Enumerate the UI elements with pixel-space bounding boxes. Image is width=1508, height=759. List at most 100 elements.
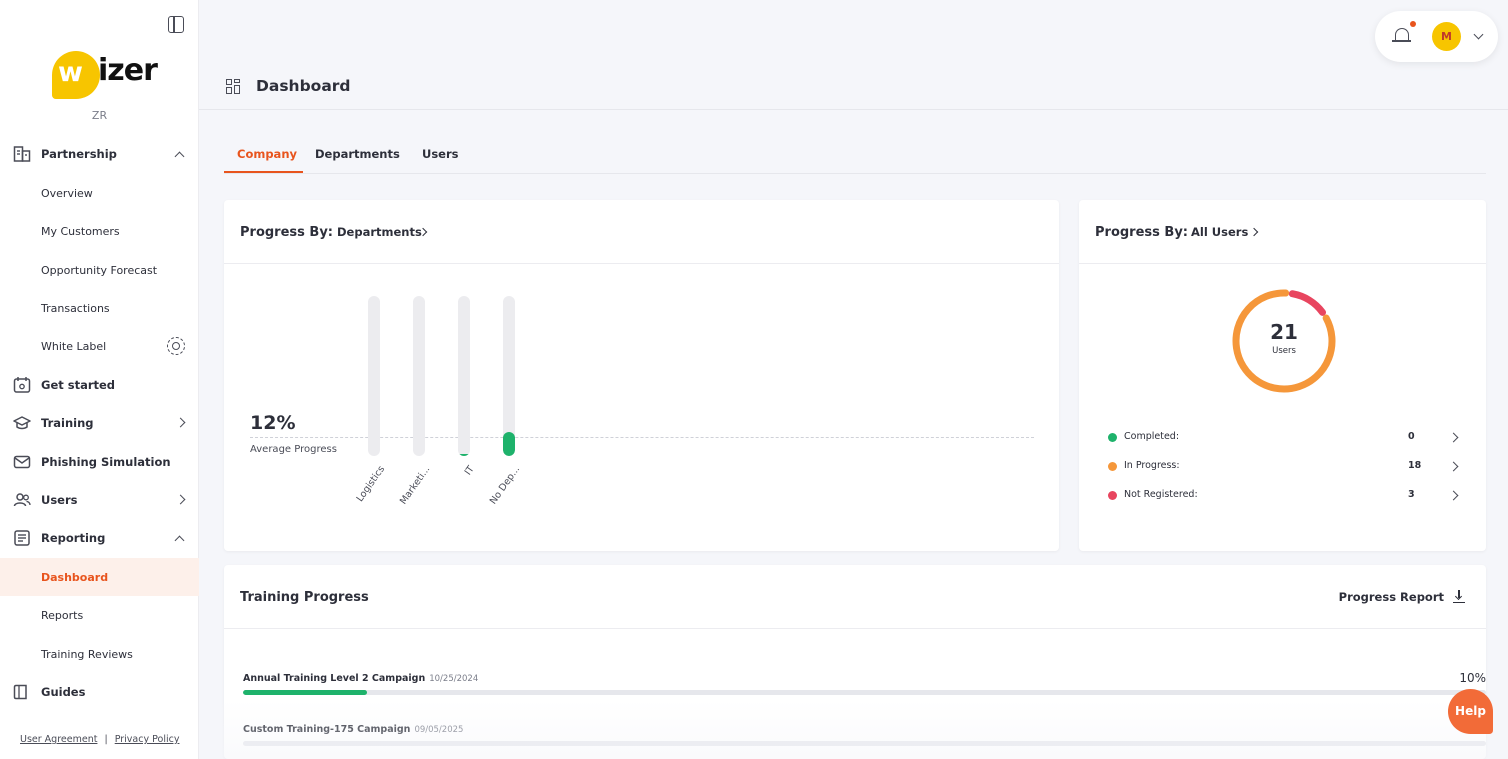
footer-separator: |	[104, 734, 108, 745]
average-progress-label: Average Progress	[250, 444, 337, 455]
users-progress-card: Progress By: All Users 21 Users Complete…	[1079, 200, 1486, 551]
sidebar-item-opportunity-forecast[interactable]: Opportunity Forecast	[0, 251, 199, 289]
sidebar-item-phishing-simulation[interactable]: Phishing Simulation	[0, 443, 199, 481]
users-donut-chart: 21 Users	[1229, 286, 1339, 396]
chevron-right-icon[interactable]	[1448, 461, 1459, 472]
sidebar-item-reports[interactable]: Reports	[0, 596, 199, 634]
download-icon[interactable]	[1453, 590, 1465, 603]
department-progress-card: Progress By: Departments 12% Average Pro…	[224, 200, 1059, 551]
sidebar-item-label: Transactions	[41, 301, 110, 315]
sidebar-collapse-icon[interactable]	[168, 16, 184, 33]
users-icon	[13, 493, 31, 507]
campaign-date: 09/05/2025	[414, 725, 464, 735]
progress-by-selector[interactable]: Departments	[337, 225, 422, 239]
chevron-right-icon	[175, 494, 186, 505]
legend-dot	[1108, 491, 1117, 500]
department-bar[interactable]	[368, 296, 380, 456]
page-title: Dashboard	[256, 77, 351, 95]
logo-text: izer	[98, 53, 158, 88]
tab-company[interactable]: Company	[237, 147, 297, 161]
sidebar-item-dashboard[interactable]: Dashboard	[0, 558, 199, 596]
donut-slice-not-registered[interactable]	[1288, 290, 1327, 316]
sidebar-item-my-customers[interactable]: My Customers	[0, 212, 199, 250]
help-button[interactable]: Help	[1448, 689, 1493, 734]
chevron-right-icon[interactable]	[1448, 432, 1459, 443]
sidebar-item-label: Training	[41, 416, 94, 430]
sidebar-item-white-label[interactable]: White Label	[0, 327, 199, 365]
gear-icon[interactable]	[167, 337, 185, 355]
avatar[interactable]: M	[1432, 22, 1461, 51]
bell-icon[interactable]	[1392, 28, 1411, 42]
chevron-right-icon[interactable]	[1448, 490, 1459, 501]
department-bar-label: Marketi...	[397, 464, 433, 507]
chevron-right-icon[interactable]	[1249, 227, 1259, 237]
department-bar-fill	[503, 432, 515, 456]
chevron-up-icon	[174, 151, 185, 162]
legend-in-progress[interactable]: In Progress: 18	[1108, 459, 1459, 475]
progress-by-selector[interactable]: All Users	[1191, 225, 1248, 239]
legend-label: Completed:	[1124, 431, 1180, 442]
department-bar[interactable]	[458, 296, 470, 456]
chevron-down-icon[interactable]	[1473, 29, 1484, 40]
legend-dot	[1108, 462, 1117, 471]
campaign-progress-fill	[243, 690, 368, 695]
card-title: Training Progress	[240, 590, 369, 605]
user-menu[interactable]: M	[1375, 11, 1498, 62]
card-header: Progress By: All Users	[1079, 200, 1486, 264]
chevron-right-icon	[175, 417, 186, 428]
chevron-up-icon	[174, 535, 185, 546]
department-bar-fill	[458, 454, 470, 456]
sidebar-item-label: White Label	[41, 339, 107, 353]
campaign-progress-track	[243, 741, 1486, 746]
donut-total-label: Users	[1272, 346, 1296, 356]
wizer-logo[interactable]: w izer	[52, 49, 158, 103]
campaign-percent: 10%	[1459, 671, 1486, 685]
department-bar-label: IT	[463, 464, 478, 478]
sidebar-item-training[interactable]: Training	[0, 404, 199, 442]
sidebar-item-label: Reporting	[41, 531, 106, 545]
legend-completed[interactable]: Completed: 0	[1108, 430, 1459, 446]
training-progress-card: Training Progress Progress Report Annual…	[224, 565, 1486, 759]
card-title: Progress By:	[240, 225, 333, 240]
sidebar-item-transactions[interactable]: Transactions	[0, 289, 199, 327]
sidebar-item-reporting[interactable]: Reporting	[0, 519, 199, 557]
privacy-policy-link[interactable]: Privacy Policy	[115, 734, 180, 745]
campaign-name-line: Annual Training Level 2 Campaign 10/25/20…	[243, 673, 478, 684]
sidebar-item-label: Training Reviews	[41, 647, 133, 661]
legend-value: 18	[1408, 460, 1422, 471]
logo-mark: w	[58, 57, 83, 88]
department-bar[interactable]	[503, 296, 515, 456]
sidebar-item-training-reviews[interactable]: Training Reviews	[0, 635, 199, 673]
tab-users[interactable]: Users	[422, 147, 459, 161]
user-agreement-link[interactable]: User Agreement	[20, 734, 97, 745]
sidebar-item-guides[interactable]: Guides	[0, 673, 199, 711]
campaign-name: Custom Training-175 Campaign	[243, 724, 411, 735]
sidebar-item-label: My Customers	[41, 224, 120, 238]
sidebar: w izer ZR Partnership Overview My Custom…	[0, 0, 199, 759]
tab-departments[interactable]: Departments	[315, 147, 400, 161]
sidebar-item-overview[interactable]: Overview	[0, 174, 199, 212]
legend-not-registered[interactable]: Not Registered: 3	[1108, 488, 1459, 504]
sidebar-item-label: Get started	[41, 378, 116, 392]
campaign-name-line: Custom Training-175 Campaign 09/05/2025	[243, 724, 463, 735]
calendar-star-icon	[13, 377, 31, 393]
average-progress-value: 12%	[250, 412, 296, 434]
sidebar-item-label: Reports	[41, 608, 84, 622]
sidebar-item-partnership[interactable]: Partnership	[0, 135, 199, 173]
dashboard-grid-icon	[226, 79, 241, 94]
dashboard-tabs: Company Departments Users	[224, 137, 1486, 174]
sidebar-item-get-started[interactable]: Get started	[0, 366, 199, 404]
sidebar-item-users[interactable]: Users	[0, 481, 199, 519]
progress-report-link[interactable]: Progress Report	[1339, 590, 1444, 604]
sidebar-item-label: Overview	[41, 186, 93, 200]
book-icon	[13, 684, 27, 700]
sidebar-item-label: Opportunity Forecast	[41, 263, 158, 277]
sidebar-item-label: Dashboard	[41, 570, 109, 584]
envelope-icon	[13, 455, 31, 469]
sidebar-item-label: Users	[41, 493, 78, 507]
legend-value: 0	[1408, 431, 1415, 442]
legend-label: Not Registered:	[1124, 489, 1198, 500]
department-bar[interactable]	[413, 296, 425, 456]
department-bar-label: Logistics	[354, 464, 388, 504]
campaign-name: Annual Training Level 2 Campaign	[243, 673, 426, 684]
